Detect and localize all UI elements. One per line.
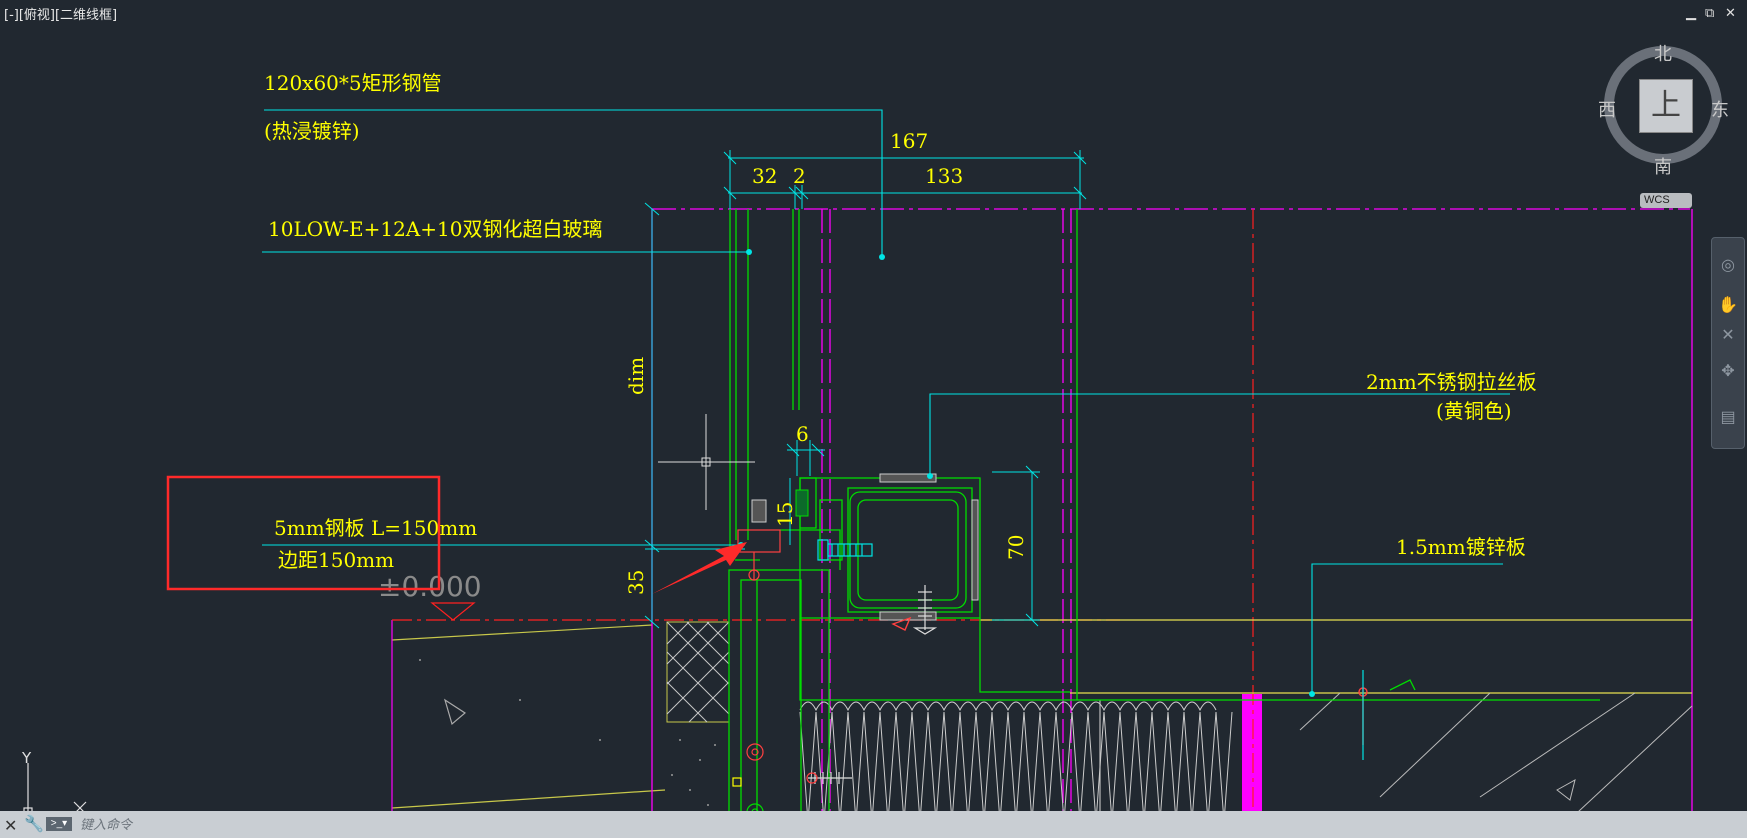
- screw-top: [912, 585, 938, 635]
- minimize-button[interactable]: ▁: [1686, 6, 1696, 21]
- ucs-icon: [23, 763, 87, 817]
- drawing-viewport[interactable]: 120x60*5矩形钢管 (热浸镀锌) 10LOW-E+12A+10双钢化超白玻…: [0, 0, 1747, 838]
- zoom-extents-icon[interactable]: ✕: [1718, 326, 1738, 346]
- annot-edge-distance: 边距150mm: [278, 548, 394, 572]
- viewcube-west[interactable]: 西: [1598, 96, 1616, 122]
- cad-drawing-canvas[interactable]: 120x60*5矩形钢管 (热浸镀锌) 10LOW-E+12A+10双钢化超白玻…: [0, 0, 1747, 838]
- dim-15: 15: [773, 502, 797, 527]
- pan-icon[interactable]: ✋: [1718, 296, 1738, 316]
- dim-70: 70: [1004, 535, 1028, 560]
- showmotion-icon[interactable]: ▤: [1718, 408, 1738, 428]
- navigation-bar: ◎ ✋ ✕ ✥ ▤: [1711, 237, 1745, 449]
- viewport-label[interactable]: [-][俯视][二维线框]: [4, 4, 117, 23]
- leader-dots: [738, 249, 1315, 697]
- anchor-plate: [732, 743, 764, 821]
- leader-lines: [262, 109, 1510, 694]
- plate-bolt: [737, 529, 781, 581]
- glazing-gasket-top: [751, 473, 979, 621]
- viewcube-east[interactable]: 东: [1711, 96, 1729, 122]
- cursor-crosshair: [658, 414, 755, 510]
- dimension-texts: 167 32 2 133 6 15 70 35 dim: [624, 129, 1028, 595]
- elevation-triangle: [430, 602, 476, 621]
- command-prompt-icon[interactable]: >_▾: [46, 817, 72, 831]
- ucs-y-label: Y: [21, 749, 32, 767]
- dim-32: 32: [752, 164, 777, 188]
- annot-steel-tube: 120x60*5矩形钢管: [264, 71, 442, 95]
- viewcube-south[interactable]: 南: [1654, 153, 1672, 179]
- annot-galvanized-panel: 1.5mm镀锌板: [1396, 535, 1526, 559]
- dim-35: 35: [624, 570, 648, 595]
- annot-stainless-panel: 2mm不锈钢拉丝板: [1366, 370, 1537, 394]
- command-line: ✕ 🔧 >_▾: [0, 811, 1747, 838]
- wool-insulation: [799, 701, 1233, 823]
- wcs-menu[interactable]: WCS: [1640, 193, 1692, 208]
- viewcube-north[interactable]: 北: [1654, 40, 1672, 66]
- dim-2: 2: [793, 164, 806, 188]
- restore-button[interactable]: ⧉: [1705, 6, 1714, 21]
- wrench-icon[interactable]: 🔧: [24, 814, 44, 834]
- dim-text: dim: [624, 357, 648, 395]
- glazing-gasket: [795, 489, 809, 517]
- close-icon[interactable]: ✕: [4, 816, 17, 836]
- annot-steel-plate: 5mm钢板 L=150mm: [274, 516, 477, 540]
- dim-133: 133: [925, 164, 963, 188]
- red-anchor-right: [891, 616, 1368, 745]
- elevation-label: ±0.000: [378, 570, 482, 603]
- annot-hot-dip: (热浸镀锌): [264, 119, 360, 143]
- annot-brass-color: (黄铜色): [1436, 399, 1512, 423]
- close-viewport-button[interactable]: ✕: [1725, 6, 1736, 21]
- annot-glass: 10LOW-E+12A+10双钢化超白玻璃: [268, 217, 602, 241]
- steering-wheel-icon[interactable]: ◎: [1718, 256, 1738, 276]
- bolt-main: [817, 539, 873, 561]
- insulation-block: [666, 621, 730, 723]
- orbit-icon[interactable]: ✥: [1718, 362, 1738, 382]
- highlight-arrow: [652, 542, 747, 594]
- command-input[interactable]: [78, 814, 1682, 836]
- dotted-fill: [419, 659, 716, 806]
- dim-167: 167: [890, 129, 928, 153]
- dim-6: 6: [796, 422, 809, 446]
- green-detail: [728, 209, 1600, 838]
- concrete-slab: [391, 620, 666, 838]
- axis-lines: [651, 208, 1693, 838]
- viewcube-top-face[interactable]: 上: [1639, 79, 1693, 133]
